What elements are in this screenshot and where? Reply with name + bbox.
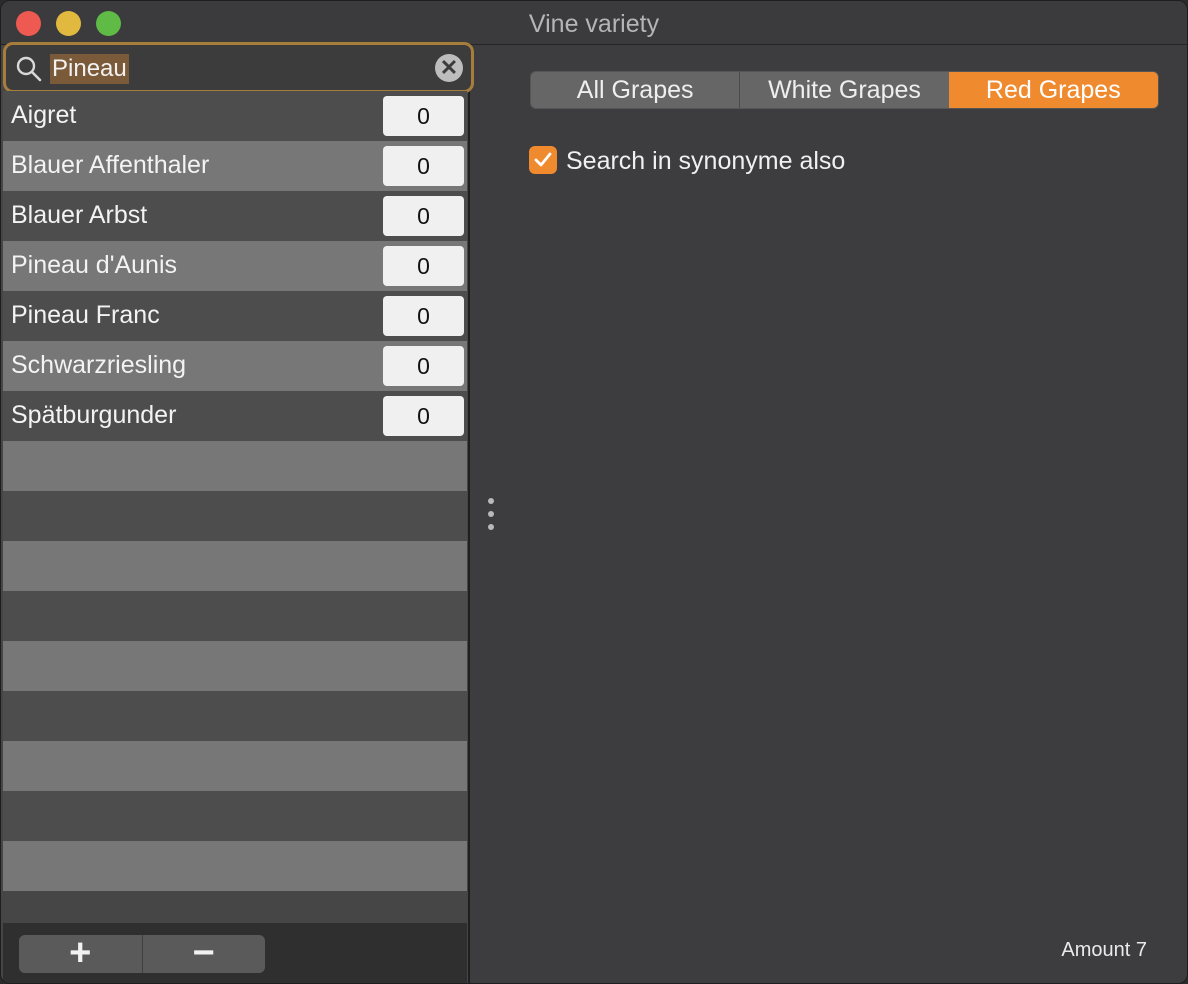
grape-count-field[interactable]: 0 <box>383 396 464 436</box>
tab-all-grapes[interactable]: All Grapes <box>531 72 739 108</box>
list-item[interactable]: Pineau d'Aunis 0 <box>3 241 467 291</box>
grape-name: Schwarzriesling <box>11 351 187 379</box>
empty-row <box>3 591 467 641</box>
empty-row <box>3 541 467 591</box>
grape-name: Spätburgunder <box>11 401 177 429</box>
grape-list: Aigret 0 Blauer Affenthaler 0 Blauer Arb… <box>3 91 467 891</box>
list-item[interactable]: Schwarzriesling 0 <box>3 341 467 391</box>
empty-row <box>3 691 467 741</box>
grape-type-filter: All Grapes White Grapes Red Grapes <box>530 71 1159 109</box>
list-item[interactable]: Aigret 0 <box>3 91 467 141</box>
search-input[interactable]: Pineau <box>50 54 129 84</box>
split-view-handle[interactable] <box>488 498 496 537</box>
amount-label: Amount 7 <box>1061 939 1147 961</box>
list-item[interactable]: Blauer Affenthaler 0 <box>3 141 467 191</box>
grape-name: Aigret <box>11 101 77 129</box>
remove-grape-button[interactable]: − <box>141 935 266 973</box>
grape-count-field[interactable]: 0 <box>383 146 464 186</box>
grape-count-field[interactable]: 0 <box>383 346 464 386</box>
add-remove-control: + − <box>19 935 265 973</box>
split-divider <box>468 45 470 983</box>
list-item[interactable]: Blauer Arbst 0 <box>3 191 467 241</box>
empty-row <box>3 441 467 491</box>
grape-count-field[interactable]: 0 <box>383 196 464 236</box>
empty-row <box>3 641 467 691</box>
list-action-bar: + − <box>3 923 467 983</box>
clear-icon: ✕ <box>439 55 459 80</box>
vine-variety-window: Vine variety Pineau ✕ Aigret 0 Blauer Af… <box>0 0 1188 984</box>
grape-count-field[interactable]: 0 <box>383 296 464 336</box>
checkmark-icon <box>534 152 552 167</box>
empty-row <box>3 841 467 891</box>
synonym-checkbox[interactable] <box>529 146 557 174</box>
search-field[interactable]: Pineau ✕ <box>3 42 474 93</box>
grape-count-field[interactable]: 0 <box>383 96 464 136</box>
grape-count-field[interactable]: 0 <box>383 246 464 286</box>
grape-name: Blauer Affenthaler <box>11 151 210 179</box>
list-item[interactable]: Spätburgunder 0 <box>3 391 467 441</box>
title-bar: Vine variety <box>1 1 1187 45</box>
list-item[interactable]: Pineau Franc 0 <box>3 291 467 341</box>
grape-name: Blauer Arbst <box>11 201 148 229</box>
tab-red-grapes[interactable]: Red Grapes <box>948 72 1158 108</box>
empty-row <box>3 791 467 841</box>
window-title: Vine variety <box>528 10 660 38</box>
clear-search-button[interactable]: ✕ <box>435 54 463 82</box>
grape-name: Pineau d'Aunis <box>11 251 178 279</box>
synonym-checkbox-label: Search in synonyme also <box>566 147 846 175</box>
empty-row <box>3 491 467 541</box>
grape-name: Pineau Franc <box>11 301 160 329</box>
empty-row <box>3 741 467 791</box>
search-icon <box>16 56 42 82</box>
add-grape-button[interactable]: + <box>19 935 142 973</box>
tab-white-grapes[interactable]: White Grapes <box>739 72 948 108</box>
